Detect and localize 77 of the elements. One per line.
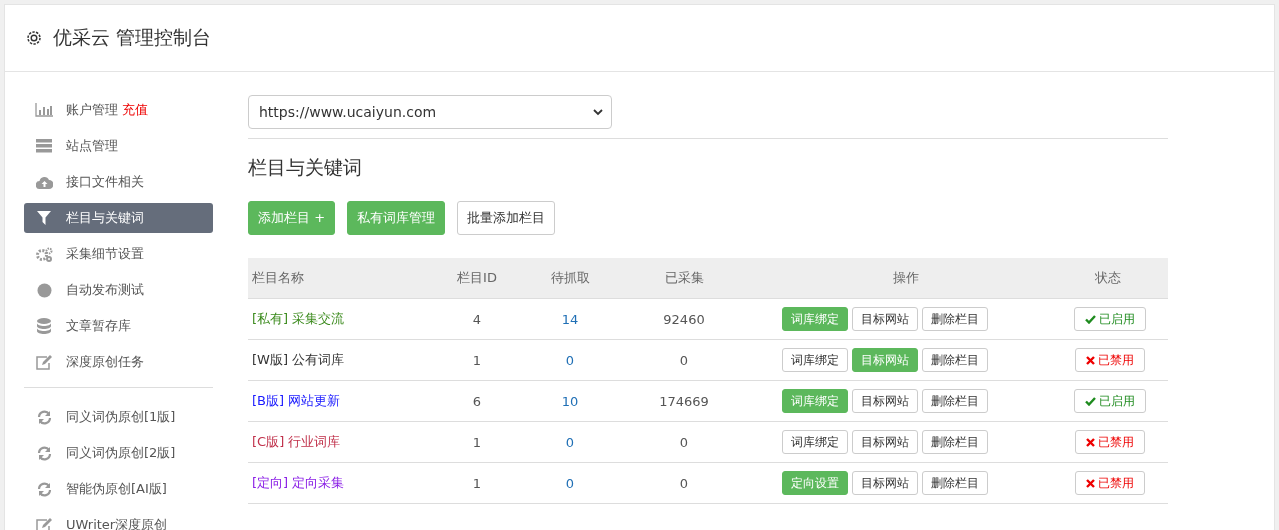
action-button[interactable]: 目标网站 [852,307,918,331]
settings-icon [25,29,43,47]
sidebar-item[interactable]: 接口文件相关 [24,167,213,197]
status-button[interactable]: 已启用 [1074,307,1146,331]
sidebar-item[interactable]: 深度原创任务 [24,347,213,377]
sidebar-item[interactable]: UWriter深度原创 [24,510,213,530]
table-cell: 1 [418,339,536,381]
sidebar-item[interactable]: 采集细节设置 [24,239,213,269]
column-name: [B版] 网站更新 [252,393,341,408]
refresh-icon [36,481,52,497]
bar-chart-icon [35,103,53,117]
status-button[interactable]: 已禁用 [1075,430,1145,454]
action-button[interactable]: 词库绑定 [782,348,848,372]
column-name: [W版] 公有词库 [252,352,345,367]
table-cell: 10 [536,380,604,422]
refresh-icon [36,445,52,461]
table-cell: 1 [418,462,536,504]
action-button[interactable]: 目标网站 [852,430,918,454]
table-cell: 0 [604,421,764,463]
cloud-upload-icon [35,175,53,189]
status-button[interactable]: 已禁用 [1075,471,1145,495]
status-button[interactable]: 已禁用 [1075,348,1145,372]
column-header: 已采集 [604,258,764,299]
column-header: 状态 [1048,258,1168,299]
refresh-icon [36,409,52,425]
column-header: 操作 [764,258,1048,299]
table-cell: 0 [536,339,604,381]
app-title: 优采云 管理控制台 [53,25,212,50]
database-icon [37,318,51,334]
column-name: [定向] 定向采集 [252,475,345,490]
column-header: 栏目ID [418,258,536,299]
sidebar-item[interactable]: 文章暂存库 [24,311,213,341]
action-button[interactable]: 目标网站 [852,471,918,495]
toolbar-button[interactable]: 批量添加栏目 [457,201,556,235]
sidebar-item[interactable]: 同义词伪原创[1版] [24,402,213,432]
check-icon [1085,314,1096,324]
sidebar-item[interactable]: 站点管理 [24,131,213,161]
site-select[interactable]: https://www.ucaiyun.com [248,95,612,129]
sidebar-item[interactable]: 自动发布测试 [24,275,213,305]
sidebar-item[interactable]: 智能伪原创[AI版] [24,474,213,504]
gears-icon [35,246,53,262]
column-header: 待抓取 [536,258,604,299]
chevron-down-icon [593,108,603,116]
action-button[interactable]: 词库绑定 [782,430,848,454]
edit-icon [36,354,52,370]
action-button[interactable]: 删除栏目 [922,471,988,495]
pencil-icon [36,517,52,530]
sidebar-item[interactable]: 账户管理 充值 [24,95,213,125]
section-title: 栏目与关键词 [248,155,363,180]
cross-icon [1086,478,1095,488]
column-name: [私有] 采集交流 [252,311,345,326]
sidebar-item[interactable]: 同义词伪原创[2版] [24,438,213,468]
table-cell: 4 [418,298,536,340]
check-icon [1085,396,1096,406]
action-button[interactable]: 目标网站 [852,389,918,413]
table-cell: 0 [536,421,604,463]
table-cell: 92460 [604,298,764,340]
table-cell: 14 [536,298,604,340]
table-cell: 174669 [604,380,764,422]
action-button[interactable]: 删除栏目 [922,430,988,454]
table-cell: 0 [604,462,764,504]
sidebar-item[interactable]: 栏目与关键词 [24,203,213,233]
table-cell: 0 [604,339,764,381]
table-cell: 0 [536,462,604,504]
cross-icon [1086,437,1095,447]
table-cell: 6 [418,380,536,422]
column-name: [C版] 行业词库 [252,434,341,449]
circle-icon [36,282,52,298]
filter-icon [37,211,51,225]
status-button[interactable]: 已启用 [1074,389,1146,413]
action-button[interactable]: 删除栏目 [922,307,988,331]
table-cell: 1 [418,421,536,463]
server-icon [36,139,52,153]
action-button[interactable]: 删除栏目 [922,389,988,413]
cross-icon [1086,355,1095,365]
action-button[interactable]: 删除栏目 [922,348,988,372]
column-header: 栏目名称 [248,258,418,299]
